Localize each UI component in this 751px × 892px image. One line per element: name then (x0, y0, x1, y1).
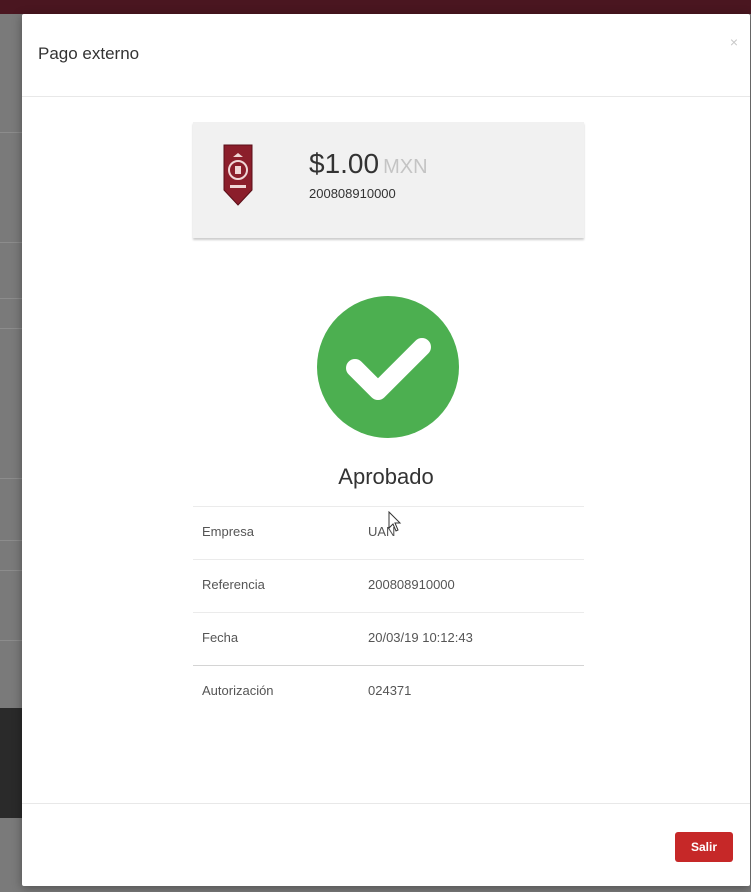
background-divider (0, 298, 22, 299)
background-header (0, 0, 751, 14)
payment-amount: $1.00 MXN (309, 148, 428, 180)
background-divider (0, 640, 22, 641)
checkmark-icon (346, 338, 431, 400)
transaction-details: Empresa UAN Referencia 200808910000 Fech… (193, 506, 584, 718)
close-icon[interactable]: × (730, 34, 738, 50)
background-divider (0, 242, 22, 243)
amount-value: $1.00 (309, 148, 380, 179)
detail-label: Fecha (202, 630, 239, 645)
university-logo (223, 144, 253, 206)
approved-status-badge (317, 296, 459, 438)
detail-value: 024371 (368, 683, 412, 698)
background-divider (0, 478, 22, 479)
exit-button[interactable]: Salir (675, 832, 733, 862)
background-divider (0, 132, 22, 133)
detail-row-referencia: Referencia 200808910000 (193, 559, 584, 612)
detail-row-autorizacion: Autorización 024371 (193, 665, 584, 718)
modal-title: Pago externo (38, 44, 140, 63)
detail-row-fecha: Fecha 20/03/19 10:12:43 (193, 612, 584, 665)
detail-label: Autorización (202, 683, 274, 698)
detail-value: 200808910000 (368, 577, 455, 592)
currency-code: MXN (383, 156, 428, 178)
detail-value: 20/03/19 10:12:43 (368, 630, 473, 645)
detail-label: Referencia (202, 577, 265, 592)
background-dark-band (0, 708, 22, 818)
background-divider (0, 328, 22, 329)
payment-reference: 200808910000 (309, 186, 396, 201)
detail-label: Empresa (202, 524, 255, 539)
background-divider (0, 540, 22, 541)
modal-footer-divider (22, 803, 750, 804)
background-divider (0, 570, 22, 571)
mouse-cursor-icon (388, 511, 402, 532)
payment-modal: Pago externo × $1.00 MXN 200808910000 Apr… (22, 14, 750, 886)
modal-header: Pago externo × (22, 14, 750, 97)
payment-summary-card: $1.00 MXN 200808910000 (193, 122, 584, 238)
status-label: Aprobado (338, 464, 434, 489)
